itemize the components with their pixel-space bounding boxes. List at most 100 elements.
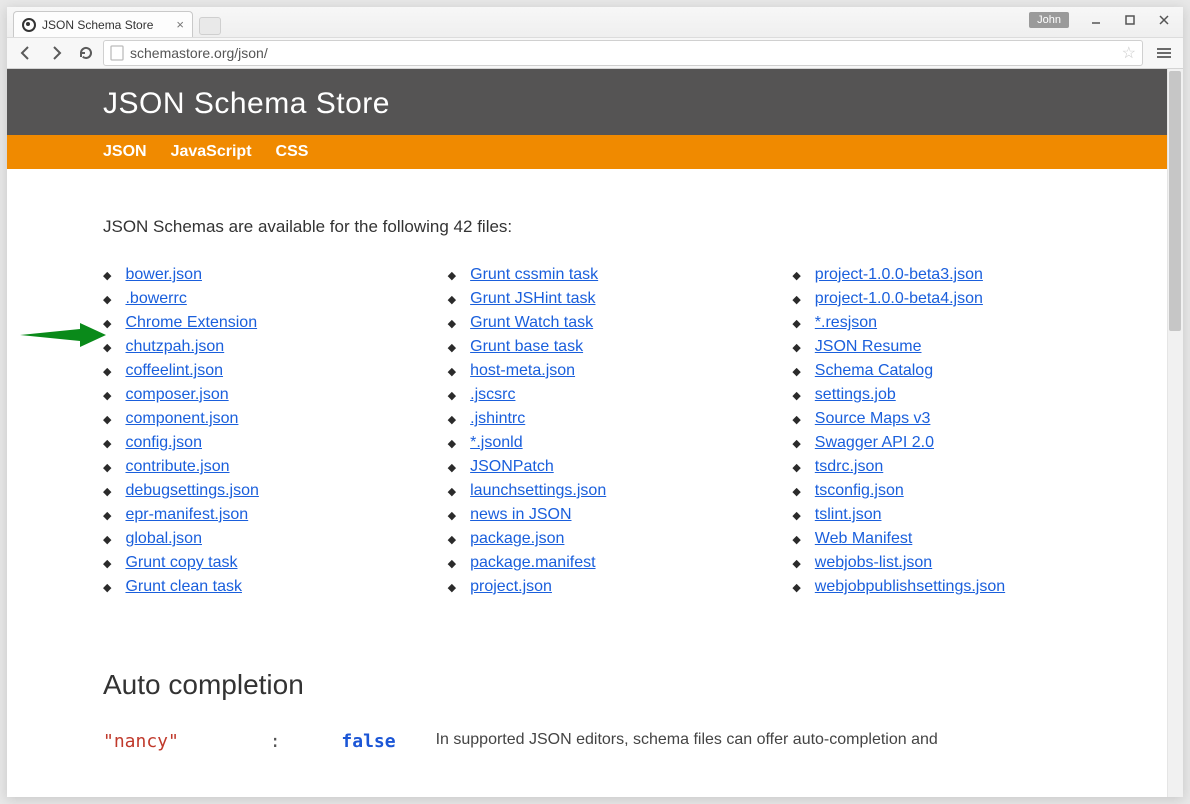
tab-title: JSON Schema Store: [42, 18, 153, 32]
schema-link[interactable]: contribute.json: [125, 458, 229, 476]
schema-link[interactable]: Swagger API 2.0: [815, 434, 934, 452]
schema-list-item: Grunt clean task: [103, 575, 418, 599]
schema-list-item: .bowerrc: [103, 287, 418, 311]
schema-column-1: bower.json .bowerrc Chrome Extension chutzp…: [103, 263, 418, 599]
browser-tab[interactable]: JSON Schema Store ×: [13, 11, 193, 37]
schema-link[interactable]: Web Manifest: [815, 530, 913, 548]
schema-link[interactable]: Grunt Watch task: [470, 314, 593, 332]
bookmark-star-icon[interactable]: ☆: [1122, 43, 1136, 63]
schema-list-item: Grunt JSHint task: [448, 287, 763, 311]
schema-link[interactable]: config.json: [125, 434, 202, 452]
schema-link[interactable]: launchsettings.json: [470, 482, 606, 500]
schema-columns: bower.json .bowerrc Chrome Extension chutzp…: [103, 263, 1107, 599]
nav-link-json[interactable]: JSON: [103, 143, 147, 161]
schema-link[interactable]: webjobs-list.json: [815, 554, 932, 572]
schema-column-3: project-1.0.0-beta3.json project-1.0.0-be…: [792, 263, 1107, 599]
code-snippet: "nancy" : false: [103, 731, 396, 752]
minimize-button[interactable]: [1079, 9, 1113, 31]
schema-link[interactable]: Grunt base task: [470, 338, 583, 356]
page-title: JSON Schema Store: [103, 87, 1167, 121]
schema-list-item: host-meta.json: [448, 359, 763, 383]
schema-link[interactable]: project-1.0.0-beta4.json: [815, 290, 983, 308]
address-bar[interactable]: schemastore.org/json/ ☆: [103, 40, 1143, 66]
schema-link[interactable]: epr-manifest.json: [125, 506, 248, 524]
scrollbar[interactable]: [1167, 69, 1183, 797]
schema-link[interactable]: package.json: [470, 530, 564, 548]
schema-link[interactable]: Source Maps v3: [815, 410, 931, 428]
content: JSON Schemas are available for the follo…: [7, 169, 1167, 752]
schema-link[interactable]: coffeelint.json: [125, 362, 223, 380]
schema-link[interactable]: package.manifest: [470, 554, 595, 572]
scrollbar-thumb[interactable]: [1169, 71, 1181, 331]
schema-link[interactable]: .bowerrc: [125, 290, 186, 308]
schema-list-item: project-1.0.0-beta4.json: [792, 287, 1107, 311]
schema-link[interactable]: news in JSON: [470, 506, 571, 524]
schema-list-item: launchsettings.json: [448, 479, 763, 503]
schema-list-item: package.manifest: [448, 551, 763, 575]
schema-link[interactable]: chutzpah.json: [125, 338, 224, 356]
intro-text: JSON Schemas are available for the follo…: [103, 217, 1107, 237]
nav-link-javascript[interactable]: JavaScript: [171, 143, 252, 161]
back-button[interactable]: [13, 40, 39, 66]
schema-list-item: webjobpublishsettings.json: [792, 575, 1107, 599]
schema-link[interactable]: bower.json: [125, 266, 202, 284]
schema-link[interactable]: component.json: [125, 410, 238, 428]
titlebar: JSON Schema Store × John: [7, 7, 1183, 37]
schema-link[interactable]: Grunt copy task: [125, 554, 237, 572]
schema-link[interactable]: project.json: [470, 578, 552, 596]
schema-list-item: JSON Resume: [792, 335, 1107, 359]
schema-list-item: .jscsrc: [448, 383, 763, 407]
maximize-button[interactable]: [1113, 9, 1147, 31]
schema-link[interactable]: *.jsonld: [470, 434, 522, 452]
new-tab-button[interactable]: [199, 17, 221, 35]
schema-link[interactable]: Grunt clean task: [125, 578, 242, 596]
schema-link[interactable]: *.resjson: [815, 314, 877, 332]
schema-link[interactable]: settings.job: [815, 386, 896, 404]
code-key: "nancy": [103, 731, 179, 752]
schema-link[interactable]: JSONPatch: [470, 458, 554, 476]
user-chip[interactable]: John: [1029, 12, 1069, 28]
schema-list-item: .jshintrc: [448, 407, 763, 431]
schema-column-2: Grunt cssmin task Grunt JSHint task Grunt …: [448, 263, 763, 599]
schema-link[interactable]: .jscsrc: [470, 386, 515, 404]
schema-list-item: tslint.json: [792, 503, 1107, 527]
hamburger-menu-button[interactable]: [1151, 40, 1177, 66]
viewport: JSON Schema Store JSON JavaScript CSS JS…: [7, 69, 1183, 797]
schema-link[interactable]: tslint.json: [815, 506, 882, 524]
code-colon: :: [270, 731, 281, 752]
schema-list-item: Web Manifest: [792, 527, 1107, 551]
reload-button[interactable]: [73, 40, 99, 66]
schema-list-item: coffeelint.json: [103, 359, 418, 383]
schema-link[interactable]: global.json: [125, 530, 202, 548]
forward-button[interactable]: [43, 40, 69, 66]
schema-link[interactable]: Grunt JSHint task: [470, 290, 595, 308]
close-button[interactable]: [1147, 9, 1181, 31]
schema-link[interactable]: .jshintrc: [470, 410, 525, 428]
schema-list-item: Chrome Extension: [103, 311, 418, 335]
schema-list-item: Source Maps v3: [792, 407, 1107, 431]
schema-list-item: Schema Catalog: [792, 359, 1107, 383]
schema-list-item: project.json: [448, 575, 763, 599]
hero: JSON Schema Store: [7, 69, 1167, 135]
url-text: schemastore.org/json/: [130, 45, 268, 61]
schema-list-item: debugsettings.json: [103, 479, 418, 503]
schema-list-item: *.resjson: [792, 311, 1107, 335]
schema-list-item: news in JSON: [448, 503, 763, 527]
window-controls: John: [1029, 9, 1181, 31]
schema-list-item: Grunt Watch task: [448, 311, 763, 335]
schema-link[interactable]: Chrome Extension: [125, 314, 257, 332]
tab-close-icon[interactable]: ×: [176, 17, 184, 32]
schema-link[interactable]: tsdrc.json: [815, 458, 883, 476]
schema-list-item: contribute.json: [103, 455, 418, 479]
schema-link[interactable]: tsconfig.json: [815, 482, 904, 500]
schema-link[interactable]: Grunt cssmin task: [470, 266, 598, 284]
schema-link[interactable]: webjobpublishsettings.json: [815, 578, 1005, 596]
schema-link[interactable]: project-1.0.0-beta3.json: [815, 266, 983, 284]
schema-link[interactable]: debugsettings.json: [125, 482, 258, 500]
schema-list-item: package.json: [448, 527, 763, 551]
schema-link[interactable]: Schema Catalog: [815, 362, 933, 380]
schema-link[interactable]: host-meta.json: [470, 362, 575, 380]
schema-link[interactable]: JSON Resume: [815, 338, 922, 356]
schema-link[interactable]: composer.json: [125, 386, 228, 404]
nav-link-css[interactable]: CSS: [276, 143, 309, 161]
